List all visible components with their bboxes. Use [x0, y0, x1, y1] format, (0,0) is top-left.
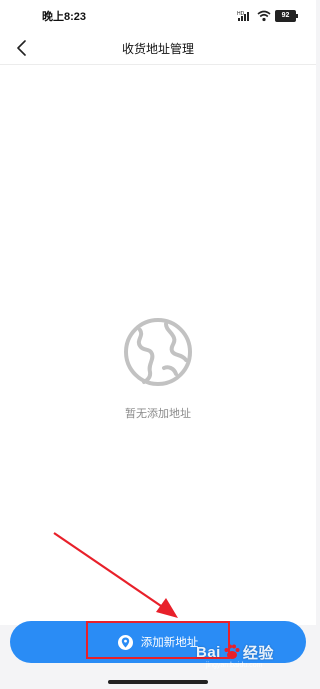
location-pin-icon	[117, 634, 133, 650]
wifi-icon	[257, 10, 271, 22]
battery-icon: 92	[275, 10, 298, 22]
watermark-brand-suffix: 经验	[242, 644, 274, 662]
svg-text:HD: HD	[237, 11, 245, 17]
globe-icon	[124, 318, 192, 386]
watermark-brand: Bai	[196, 643, 221, 661]
empty-message: 暂无添加地址	[125, 407, 191, 420]
watermark-url: jingyan.baidu.com	[206, 662, 263, 669]
baidu-watermark: Bai 经验	[196, 640, 274, 664]
nav-bar: 收货地址管理	[0, 32, 316, 65]
status-bar: 晚上8:23 HD 92	[0, 0, 316, 32]
hd-signal-icon: HD	[237, 11, 249, 21]
page-title: 收货地址管理	[121, 42, 194, 56]
home-indicator[interactable]	[108, 680, 208, 684]
paw-icon	[224, 644, 240, 659]
status-icons: HD 92	[237, 9, 298, 23]
add-address-label: 添加新地址	[140, 635, 199, 649]
status-time: 晚上8:23	[42, 11, 87, 23]
